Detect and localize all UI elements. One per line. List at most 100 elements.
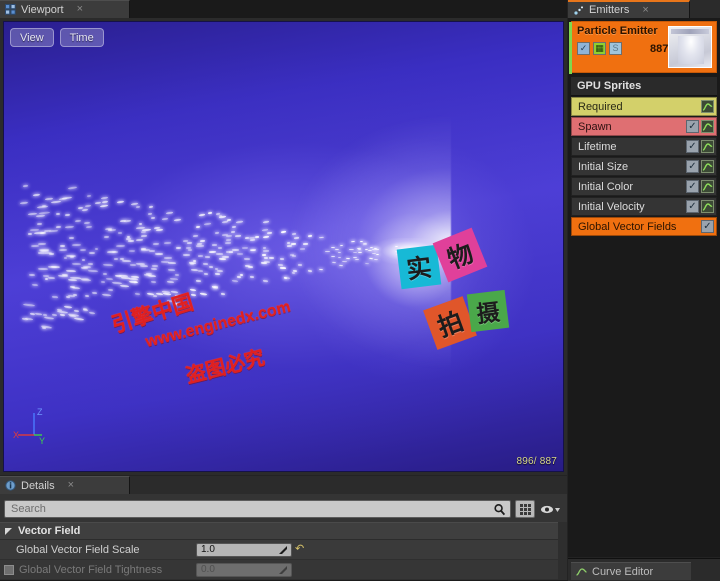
module-enable-checkbox[interactable]: ✓ <box>686 120 699 133</box>
module-curve-icon[interactable] <box>701 140 714 153</box>
tab-emitters-close-icon[interactable]: × <box>642 4 648 16</box>
tab-details[interactable]: Details × <box>0 476 130 494</box>
module-curve-icon[interactable] <box>701 100 714 113</box>
tab-viewport[interactable]: Viewport × <box>0 0 130 18</box>
view-menu-button[interactable]: View <box>10 28 54 47</box>
module-label: Initial Color <box>578 180 634 193</box>
emitters-icon <box>574 5 583 15</box>
emitters-tabstrip: Emitters × <box>568 0 720 19</box>
grid-view-button[interactable] <box>515 500 535 518</box>
property-label-scale: Global Vector Field Scale <box>16 543 140 556</box>
module-icon-group <box>701 100 716 113</box>
details-panel: Details × Search Vector Field Global Vec… <box>0 476 567 580</box>
drag-handle-icon[interactable] <box>278 545 289 556</box>
tightness-label-text: Global Vector Field Tightness <box>19 563 163 576</box>
module-curve-icon[interactable] <box>701 200 714 213</box>
module-row[interactable]: Lifetime ✓ <box>571 137 717 156</box>
module-curve-icon[interactable] <box>701 160 714 173</box>
tightness-value: 0.0 <box>201 564 215 575</box>
emitter-icon-row: ✓ ▦ S <box>577 42 622 55</box>
property-label-tightness: Global Vector Field Tightness <box>0 564 196 576</box>
watermark-url: www.enginedx.com <box>143 298 293 351</box>
thumbnail-top-band <box>671 29 709 34</box>
render-mode-icon[interactable]: ▦ <box>593 42 606 55</box>
grid-viewport-icon <box>5 4 16 15</box>
time-menu-button[interactable]: Time <box>59 28 104 47</box>
tab-details-close-icon[interactable]: × <box>68 480 74 491</box>
category-vector-field[interactable]: Vector Field <box>0 522 567 540</box>
tab-details-label: Details <box>21 479 55 492</box>
module-row[interactable]: Global Vector Fields ✓ <box>571 217 717 236</box>
property-row-scale: Global Vector Field Scale 1.0 ↶ <box>0 540 567 560</box>
viewport-body: View Time 引擎中国 www.enginedx.com 盗图必究 实 物… <box>0 18 567 475</box>
magnifier-icon <box>494 503 506 516</box>
watermark-tile-2: 物 <box>432 227 488 283</box>
viewport-3d-scene[interactable]: View Time 引擎中国 www.enginedx.com 盗图必究 实 物… <box>3 21 564 472</box>
details-tabstrip: Details × <box>0 476 567 495</box>
viewport-tabstrip: Viewport × <box>0 0 567 19</box>
details-scrollbar[interactable] <box>558 522 567 580</box>
watermark-notice: 盗图必究 <box>183 346 267 388</box>
module-row[interactable]: Initial Size ✓ <box>571 157 717 176</box>
tightness-override-checkbox[interactable] <box>4 564 14 575</box>
module-list: Required Spawn ✓ Lifetime ✓ Initial Size ✓ Init… <box>568 97 720 236</box>
revert-arrow-icon[interactable]: ↶ <box>295 544 304 555</box>
curve-editor-panel: Curve Editor <box>568 558 720 581</box>
tab-viewport-close-icon[interactable]: × <box>77 4 83 15</box>
axis-gizmo: Z Y X <box>13 407 45 446</box>
svg-text:Z: Z <box>37 407 43 417</box>
thumbnail-content <box>678 36 704 64</box>
module-row[interactable]: Initial Color ✓ <box>571 177 717 196</box>
tab-curve-editor-label: Curve Editor <box>592 565 654 578</box>
module-enable-checkbox[interactable]: ✓ <box>701 220 714 233</box>
emitter-header-card[interactable]: Particle Emitter ✓ ▦ S 887 <box>569 21 717 74</box>
details-body: Search Vector Field Global Vector Field … <box>0 494 567 580</box>
global-vector-field-tightness-input: 0.0 <box>196 562 292 577</box>
solo-icon[interactable]: S <box>609 42 622 55</box>
module-row[interactable]: Initial Velocity ✓ <box>571 197 717 216</box>
emitters-body: Particle Emitter ✓ ▦ S 887 GPU Sprites R… <box>568 18 720 557</box>
module-icon-group: ✓ <box>686 120 716 133</box>
expander-triangle-icon <box>5 528 12 535</box>
module-row[interactable]: Spawn ✓ <box>571 117 717 136</box>
search-placeholder: Search <box>11 503 46 515</box>
module-icon-group: ✓ <box>686 160 716 173</box>
viewport-panel: Viewport × View Time 引擎中国 www.enginedx.c… <box>0 0 567 475</box>
details-search-row: Search <box>0 498 567 520</box>
global-vector-field-scale-input[interactable]: 1.0 <box>196 542 292 557</box>
module-label: Lifetime <box>578 140 617 153</box>
module-row[interactable]: Required <box>571 97 717 116</box>
module-icon-group: ✓ <box>686 140 716 153</box>
enabled-checkbox[interactable]: ✓ <box>577 42 590 55</box>
drag-handle-icon <box>279 565 287 574</box>
particle-count-readout: 896/ 887 <box>516 456 557 467</box>
emitter-thumbnail[interactable] <box>668 26 712 68</box>
viewport-toolbar: View Time <box>10 28 104 47</box>
module-enable-checkbox[interactable]: ✓ <box>686 160 699 173</box>
tab-emitters-label: Emitters <box>589 4 630 16</box>
svg-text:Y: Y <box>39 436 45 446</box>
info-details-icon <box>5 480 16 491</box>
grid-icon <box>519 503 531 515</box>
eye-dropdown-icon <box>541 505 560 513</box>
particle-cone <box>15 93 452 391</box>
details-property-area: Vector Field Global Vector Field Scale 1… <box>0 522 567 580</box>
module-curve-icon[interactable] <box>701 180 714 193</box>
tab-emitters[interactable]: Emitters × <box>568 0 690 18</box>
emitter-core-flare <box>374 237 445 264</box>
module-enable-checkbox[interactable]: ✓ <box>686 140 699 153</box>
emitter-name-label: Particle Emitter <box>577 25 658 37</box>
emitter-type-header: GPU Sprites <box>571 77 717 96</box>
svg-text:X: X <box>13 430 19 440</box>
module-icon-group: ✓ <box>686 200 716 213</box>
property-row-tightness: Global Vector Field Tightness 0.0 <box>0 560 567 580</box>
module-enable-checkbox[interactable]: ✓ <box>686 180 699 193</box>
visibility-button[interactable] <box>539 500 563 518</box>
module-icon-group: ✓ <box>686 180 716 193</box>
module-label: Initial Velocity <box>578 200 645 213</box>
module-enable-checkbox[interactable]: ✓ <box>686 200 699 213</box>
search-input[interactable]: Search <box>4 500 511 518</box>
particle-editor-window: Viewport × View Time 引擎中国 www.enginedx.c… <box>0 0 720 581</box>
tab-curve-editor[interactable]: Curve Editor <box>571 562 691 580</box>
module-curve-icon[interactable] <box>701 120 714 133</box>
